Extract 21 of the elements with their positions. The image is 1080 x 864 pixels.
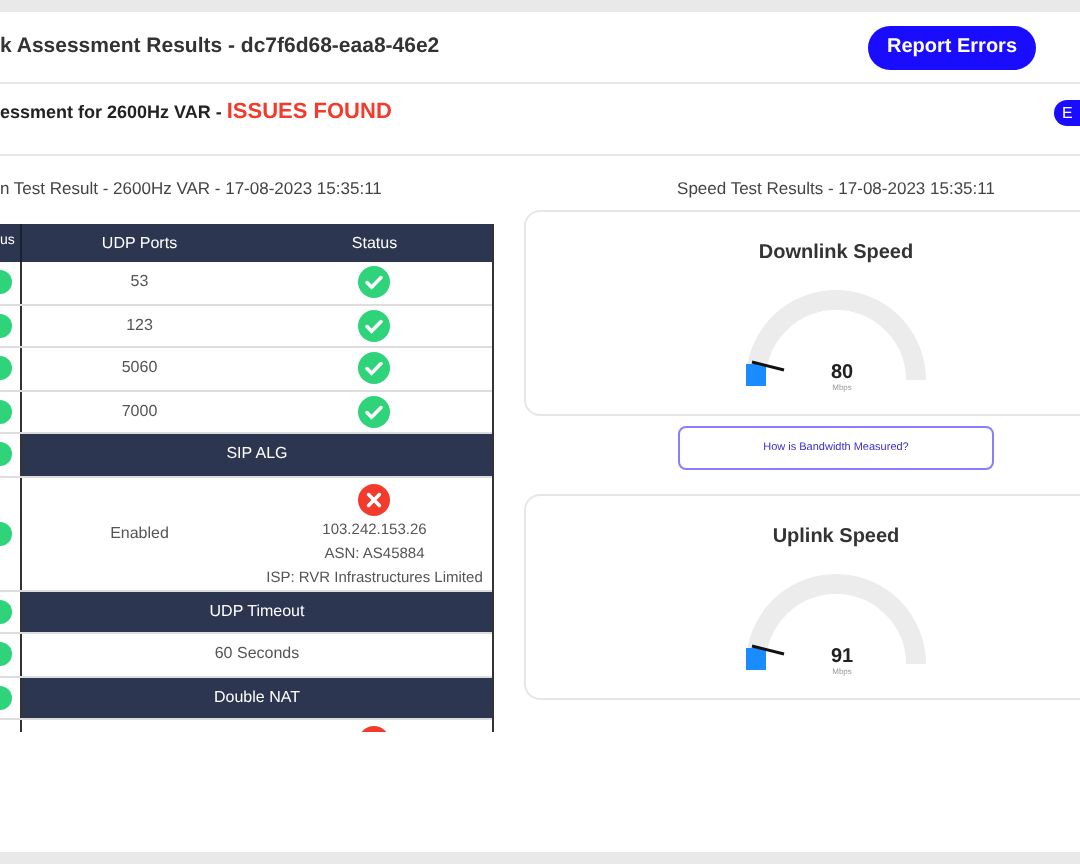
table-cell-text: 7000 [119,399,160,424]
section-title: n Test Result - 2600Hz VAR - 17-08-2023 15:35:11 [0,176,384,202]
table-cell: Enabled [110,521,169,545]
speed-value: 80 [830,364,854,384]
table-cell-text: 60 Seconds [212,642,302,667]
assessment-title: essment for 2600Hz VAR - ISSUES FOUND [0,98,392,129]
column-header: UDP Ports [20,224,257,262]
action-button[interactable]: E [1054,100,1080,126]
card-title: Uplink Speed [772,524,900,552]
card-title: Downlink Speed [758,240,914,268]
report-errors-button[interactable]: Report Errors [868,25,1036,69]
table-cell-text: 53 [128,270,151,295]
column-header: Status [349,231,400,255]
section-header: Double NAT [22,677,492,718]
section-header: SIP ALG [22,434,492,475]
speed-value: 91 [830,648,854,668]
table-cell-text: 5060 [119,356,160,381]
section-header: UDP Timeout [22,591,492,632]
table-cell-text: 123 [124,313,155,338]
page-title: k Assessment Results - dc7f6d68-eaa8-46e2 [0,31,440,62]
section-title: Speed Test Results - 17-08-2023 15:35:11 [677,176,995,202]
